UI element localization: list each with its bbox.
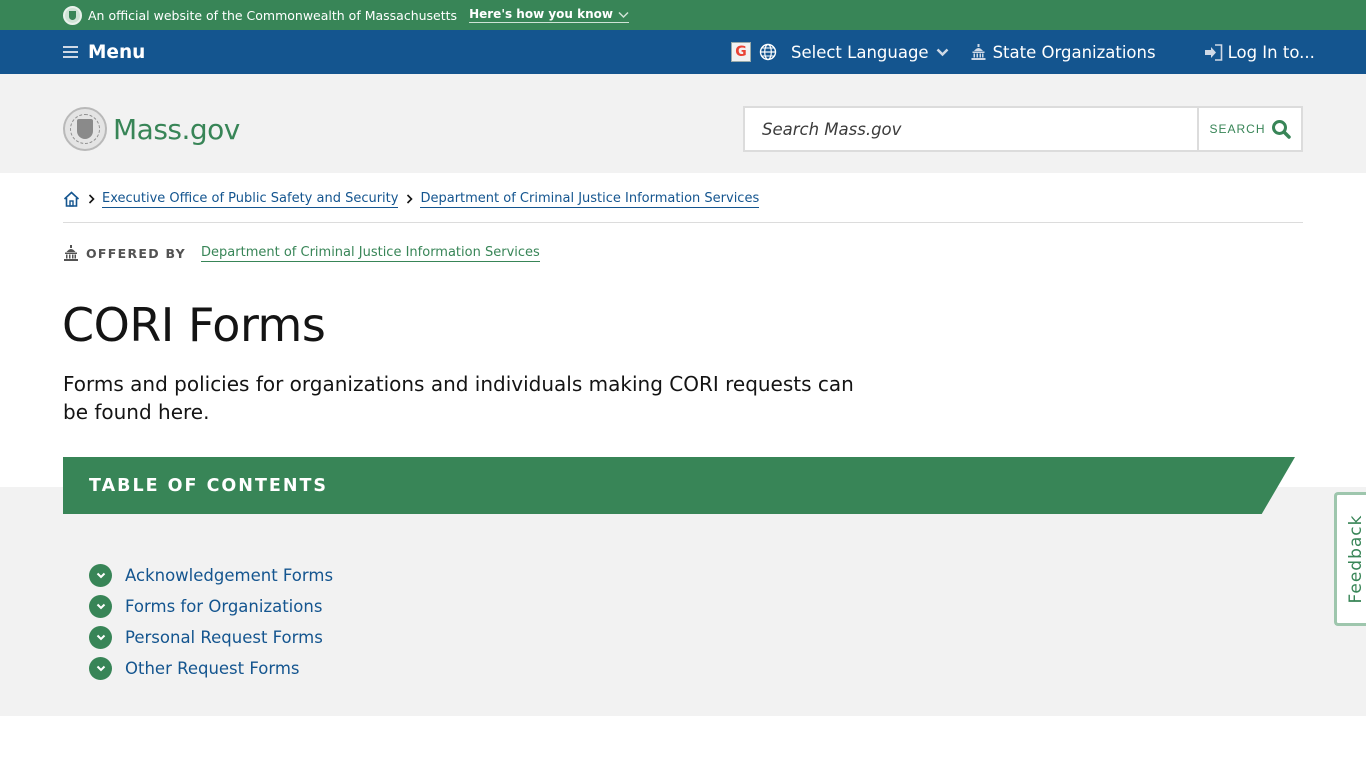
toc-item[interactable]: Forms for Organizations [89,591,333,622]
login-label: Log In to... [1227,42,1315,62]
home-icon [63,191,80,207]
globe-icon [759,43,777,61]
breadcrumb-link[interactable]: Executive Office of Public Safety and Se… [102,190,399,208]
breadcrumb-home-link[interactable] [63,191,80,207]
chevron-down-icon [618,11,629,18]
feedback-button[interactable]: Feedback [1334,492,1366,626]
breadcrumb-link[interactable]: Department of Criminal Justice Informati… [420,190,760,208]
table-of-contents-heading: TABLE OF CONTENTS [63,457,1295,514]
google-translate-icon[interactable]: G [731,42,751,62]
search-icon [1271,120,1291,139]
toc-link-acknowledgement-forms[interactable]: Acknowledgement Forms [125,566,333,585]
menu-button[interactable]: Menu [63,30,145,74]
toc-item[interactable]: Personal Request Forms [89,622,333,653]
select-language-label: Select Language [791,42,929,62]
page-title: CORI Forms [62,298,326,352]
offered-by-label: OFFERED BY [86,245,187,261]
chevron-down-icon [936,48,948,56]
select-language-dropdown[interactable]: Select Language [759,43,949,62]
logo-wordmark: Mass.gov [113,112,240,146]
search-form: SEARCH [743,106,1303,152]
feedback-label: Feedback [1345,514,1366,604]
capitol-building-icon [971,44,986,60]
toc-link-forms-for-organizations[interactable]: Forms for Organizations [125,597,322,616]
massachusetts-seal-icon [63,107,107,151]
divider [63,222,1303,223]
hamburger-icon [63,46,78,58]
offered-by-org-link[interactable]: Department of Criminal Justice Informati… [201,244,540,262]
search-input[interactable] [745,108,1197,150]
state-organizations-label: State Organizations [992,42,1156,62]
toc-item[interactable]: Acknowledgement Forms [89,560,333,591]
mass-gov-logo[interactable]: Mass.gov [63,107,240,151]
offered-by: OFFERED BY Department of Criminal Justic… [63,244,540,262]
toc-item[interactable]: Other Request Forms [89,653,333,684]
menu-label: Menu [88,41,146,63]
official-banner: An official website of the Commonwealth … [0,0,1366,30]
chevron-right-icon [88,194,95,204]
site-header: Mass.gov SEARCH [0,74,1366,173]
chevron-right-icon [407,194,414,204]
breadcrumb: Executive Office of Public Safety and Se… [63,190,760,208]
toc-link-other-request-forms[interactable]: Other Request Forms [125,659,300,678]
search-button-label: SEARCH [1209,122,1266,136]
login-button[interactable]: Log In to... [1204,43,1315,62]
official-banner-text: An official website of the Commonwealth … [88,7,458,23]
capitol-building-icon [64,245,78,261]
how-you-know-label: Here's how you know [469,7,614,21]
utility-nav: Menu G Select Language State Organizatio… [0,30,1366,74]
state-seal-icon [63,5,82,25]
table-of-contents-list: Acknowledgement Forms Forms for Organiza… [89,560,333,684]
toc-link-personal-request-forms[interactable]: Personal Request Forms [125,628,323,647]
how-you-know-link[interactable]: Here's how you know [469,7,630,23]
sign-in-icon [1204,43,1222,61]
search-button[interactable]: SEARCH [1197,108,1301,150]
state-organizations-link[interactable]: State Organizations [971,43,1156,62]
toc-heading-text: TABLE OF CONTENTS [89,475,329,496]
chevron-down-circle-icon [89,626,112,649]
chevron-down-circle-icon [89,564,112,587]
chevron-down-circle-icon [89,595,112,618]
page-description: Forms and policies for organizations and… [63,372,854,424]
chevron-down-circle-icon [89,657,112,680]
